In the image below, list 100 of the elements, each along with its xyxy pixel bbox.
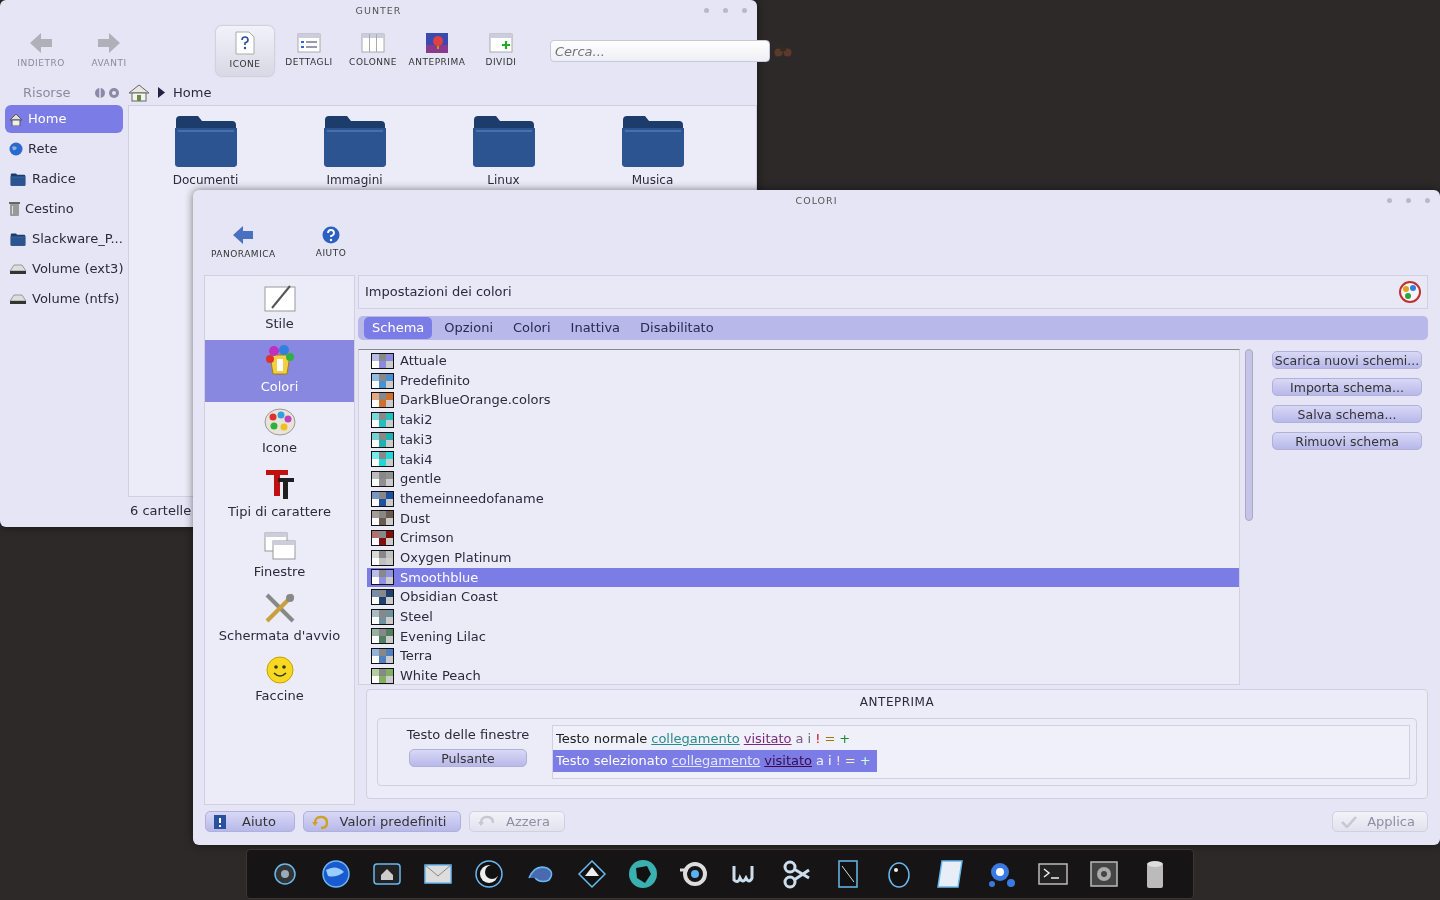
toolbar-button[interactable]: AIUTO — [307, 221, 355, 266]
split-circle-icon — [95, 87, 105, 98]
scrollbar-thumb[interactable] — [1245, 349, 1253, 521]
category-item[interactable]: Faccine — [205, 650, 354, 712]
group-title: ANTEPRIMA — [859, 695, 935, 709]
color-swatch-icon — [371, 530, 394, 547]
sample-text: a — [795, 730, 804, 749]
mountain-icon[interactable] — [575, 858, 608, 890]
scheme-item[interactable]: Predefinito — [367, 370, 1239, 391]
section-header: Impostazioni dei colori — [365, 283, 512, 302]
category-item[interactable]: Schermata d'avvio — [205, 588, 354, 650]
toolbar-button[interactable]: ICONE — [216, 25, 274, 77]
scheme-item[interactable]: Attuale — [367, 351, 1239, 371]
settings-icon[interactable] — [1088, 858, 1121, 890]
scheme-item[interactable]: Terra — [367, 646, 1239, 666]
breadcrumb-item[interactable]: Home — [173, 82, 212, 103]
sample-link[interactable]: visitato — [743, 729, 792, 749]
folder-label[interactable]: Documenti — [172, 173, 239, 187]
sidebar-item[interactable]: Volume (ext3) — [5, 255, 123, 283]
scheme-item[interactable]: Evening Lilac — [367, 626, 1239, 647]
tab[interactable]: Schema — [364, 317, 433, 339]
toolbar-button[interactable]: DIVIDI — [472, 27, 530, 75]
help-icon — [321, 226, 340, 245]
scheme-item[interactable]: White Peach — [367, 666, 1239, 686]
action-button[interactable]: Importa schema... — [1272, 378, 1422, 396]
house-icon — [128, 83, 150, 102]
tab[interactable]: Disabilitato — [632, 317, 722, 339]
scheme-item[interactable]: taki2 — [367, 410, 1239, 430]
split-window-icon — [489, 32, 513, 53]
toolbar-button[interactable]: COLONNE — [344, 27, 402, 75]
sidebar-item[interactable]: Cestino — [5, 195, 123, 223]
crescent-icon[interactable] — [473, 858, 506, 890]
color-swatch-icon — [371, 451, 394, 468]
category-item[interactable]: Finestre — [205, 526, 354, 588]
category-item[interactable]: Tipi di carattere — [205, 464, 354, 526]
folder-label[interactable]: Immagini — [326, 173, 383, 187]
sidebar-item[interactable]: Rete — [5, 135, 123, 163]
folder-icon — [173, 114, 238, 168]
scheme-item[interactable]: Oxygen Platinum — [367, 547, 1239, 568]
tab[interactable]: Inattiva — [562, 317, 629, 339]
footer-button[interactable]: Valori predefiniti — [303, 811, 461, 832]
toolbar-button[interactable]: ANTEPRIMA — [408, 27, 466, 75]
sidebar-item[interactable]: Radice — [5, 165, 123, 193]
tools-icon — [263, 592, 296, 625]
scheme-item[interactable]: Steel — [367, 606, 1239, 627]
scheme-item[interactable]: gentle — [367, 469, 1239, 489]
footer-button[interactable]: Aiuto — [205, 811, 295, 832]
color-swatch-icon — [371, 549, 394, 566]
status-text: 6 cartelle — [129, 502, 192, 520]
trash-can-icon — [9, 202, 20, 216]
window-text-label: Testo delle finestre — [406, 726, 530, 744]
sample-text: + — [839, 730, 851, 749]
color-swatch-icon — [371, 411, 394, 428]
sample-text: + — [859, 752, 871, 771]
color-swatch-icon — [371, 628, 394, 645]
sidebar-item[interactable]: Volume (ntfs) — [5, 285, 123, 313]
category-item[interactable]: Icone — [205, 402, 354, 464]
preview-button[interactable]: Pulsante — [409, 748, 527, 767]
scheme-item[interactable]: taki4 — [367, 449, 1239, 470]
binoculars-icon — [774, 45, 792, 57]
scheme-item[interactable]: taki3 — [367, 429, 1239, 450]
sample-text: i — [828, 752, 832, 771]
color-swatch-icon — [371, 608, 394, 625]
forward-arrow-icon — [97, 31, 121, 54]
color-swatch-icon — [371, 352, 394, 369]
sidebar-item[interactable]: Home — [5, 105, 123, 133]
scheme-item[interactable]: Dust — [367, 508, 1239, 529]
columns-icon — [361, 32, 385, 53]
color-swatch-icon — [371, 392, 394, 409]
category-item[interactable]: Stile — [205, 278, 354, 340]
balloon-picture-icon — [426, 32, 448, 53]
sample-text: ! — [835, 752, 841, 771]
scheme-item[interactable]: Obsidian Coast — [367, 587, 1239, 607]
sample-text: Testo selezionato — [556, 752, 668, 771]
house-icon — [9, 112, 23, 126]
scheme-item[interactable]: Crimson — [367, 528, 1239, 548]
scheme-item[interactable]: Smoothblue — [367, 567, 1239, 588]
sample-link[interactable]: visitato — [764, 751, 813, 771]
action-button[interactable]: Rimuovi schema — [1272, 432, 1422, 450]
globe-icon[interactable] — [319, 858, 352, 890]
action-button[interactable]: Scarica nuovi schemi... — [1272, 351, 1422, 369]
scheme-item[interactable]: themeinneedofaname — [367, 488, 1239, 509]
tab[interactable]: Opzioni — [436, 317, 501, 339]
tab[interactable]: Colori — [505, 317, 559, 339]
folder-label[interactable]: Linux — [487, 173, 520, 187]
toolbar-button[interactable]: PANORAMICA — [203, 220, 284, 267]
color-swatch-icon — [371, 470, 394, 487]
sidebar-item[interactable]: Slackware_P... — [5, 225, 123, 253]
globe-icon — [9, 142, 23, 156]
sample-text: = — [844, 752, 856, 771]
folder-icon — [9, 232, 27, 246]
folder-icon — [9, 172, 27, 186]
palette-icon — [263, 408, 296, 437]
search-field[interactable]: Cerca... — [550, 40, 770, 62]
folder-label[interactable]: Musica — [631, 173, 674, 187]
action-button[interactable]: Salva schema... — [1272, 405, 1422, 423]
color-wheel-icon — [1399, 281, 1421, 303]
sample-link[interactable]: collegamento — [651, 729, 740, 749]
scheme-item[interactable]: DarkBlueOrange.colors — [367, 390, 1239, 411]
toolbar-button[interactable]: DETTAGLI — [280, 27, 338, 75]
